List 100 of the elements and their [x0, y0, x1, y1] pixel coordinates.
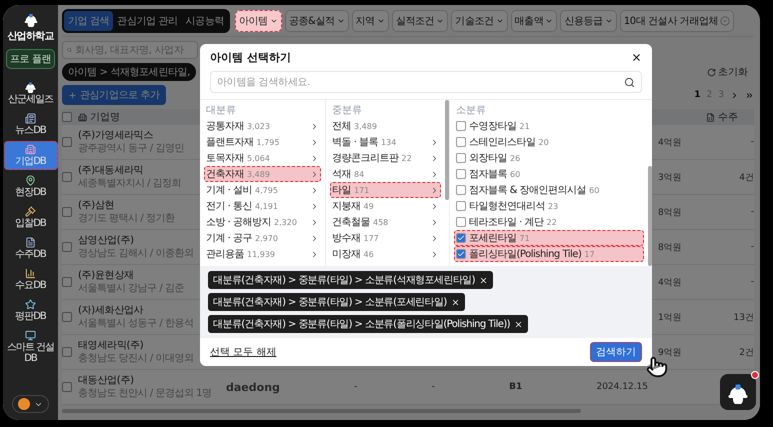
filter-dropdown[interactable]: 실적조건 — [392, 10, 448, 32]
category-item[interactable]: 토목자재 5,064 — [204, 150, 321, 166]
category-option[interactable]: 점자블록 & 장애인편의시설 60 — [454, 182, 644, 198]
clear-all-link[interactable]: 선택 모두 해제 — [210, 345, 276, 359]
checkbox[interactable] — [62, 242, 72, 252]
selection-chip[interactable]: 대분류(건축자재) > 중분류(타일) > 소분류(폴리싱타일(Polishing Tile)) — [208, 315, 528, 333]
chart-icon — [25, 268, 36, 279]
sidebar-item[interactable]: 수주DB — [4, 234, 58, 263]
category-item[interactable]: 타일 171 — [330, 182, 441, 198]
checkbox[interactable] — [456, 233, 466, 243]
scrollbar-thumb[interactable] — [445, 100, 449, 200]
category-count: 177 — [364, 234, 379, 242]
filter-chip[interactable]: 아이템 > 석재형포세린타일, — [62, 63, 196, 81]
checkbox[interactable] — [456, 153, 466, 163]
next-page-icon[interactable] — [730, 90, 739, 100]
category-option[interactable]: 점자블록 60 — [454, 166, 644, 182]
category-option[interactable]: 폴리싱타일(Polishing Tile) 17 — [454, 246, 644, 262]
category-item[interactable]: 벽돌 · 블록 134 — [330, 134, 441, 150]
close-icon[interactable] — [514, 320, 523, 328]
category-item[interactable]: 석재 84 — [330, 166, 441, 182]
sidebar-item[interactable]: 스마트 건설DB — [4, 327, 58, 367]
category-item[interactable]: 건축자재 3,489 — [204, 166, 321, 182]
table-cell-text: 1억원 — [658, 312, 683, 324]
account-menu[interactable] — [12, 395, 49, 413]
checkbox[interactable] — [62, 312, 72, 322]
checkbox[interactable] — [456, 121, 466, 131]
checkbox[interactable] — [456, 169, 466, 179]
category-name: 석재 — [332, 168, 351, 181]
reset-button[interactable]: 초기화 — [701, 64, 754, 80]
sidebar-item[interactable]: 입찰DB — [4, 203, 58, 232]
monitor-icon — [25, 330, 36, 341]
category-item[interactable]: 공통자재 3,023 — [204, 118, 321, 134]
filter-dropdown[interactable]: 10대 건설사 거래업체 — [620, 10, 734, 32]
category-count: 5,064 — [247, 154, 270, 162]
category-item[interactable]: 지붕재 49 — [330, 198, 441, 214]
sidebar-item[interactable]: 산군세일즈 — [4, 77, 58, 108]
filter-dropdown[interactable]: 아이템 — [234, 10, 282, 32]
category-name: 점자블록 — [469, 168, 507, 181]
category-item[interactable]: 전기 · 통신 4,191 — [204, 198, 321, 214]
checkbox[interactable] — [456, 217, 466, 227]
checkbox[interactable] — [62, 172, 72, 182]
item-search-box[interactable]: 아이템을 검색하세요. — [210, 71, 642, 93]
category-option[interactable]: 포세린타일 71 — [454, 230, 644, 246]
checkbox[interactable] — [456, 201, 466, 211]
category-option[interactable]: 타일형천연대리석 23 — [454, 198, 644, 214]
category-item[interactable]: 관리용품 11,939 — [204, 246, 321, 262]
close-icon[interactable] — [478, 276, 488, 284]
selection-chip[interactable]: 대분류(건축자재) > 중분류(타일) > 소분류(석재형포세린타일) — [208, 271, 493, 289]
category-item[interactable]: 건축철물 458 — [330, 214, 441, 230]
category-item[interactable]: 전체 3,489 — [330, 118, 441, 134]
filter-dropdown[interactable]: 매출액 — [510, 10, 558, 32]
checkbox[interactable] — [456, 137, 466, 147]
filter-dropdown[interactable]: 지역 — [352, 10, 389, 32]
helmet-icon — [24, 80, 37, 93]
close-icon[interactable] — [450, 298, 460, 306]
plan-button[interactable]: 프로 플랜 — [6, 49, 55, 69]
checkbox[interactable] — [456, 249, 466, 259]
tab[interactable]: 시공능력 — [182, 10, 228, 30]
category-count: 3,489 — [354, 122, 377, 130]
category-item[interactable]: 방수재 177 — [330, 230, 441, 246]
filter-dropdown[interactable]: 신용등급 — [560, 10, 617, 32]
category-item[interactable]: 소방 · 공해방지 2,320 — [204, 214, 321, 230]
category-item[interactable]: 플랜트자재 1,795 — [204, 134, 321, 150]
item-search-field[interactable]: 아이템을 검색하세요. — [217, 76, 624, 88]
close-button[interactable] — [631, 52, 642, 63]
sidebar-item[interactable]: 수요DB — [4, 265, 58, 294]
sidebar-item[interactable]: 평판DB — [4, 296, 58, 325]
category-option[interactable]: 외장타일 26 — [454, 150, 644, 166]
checkbox[interactable] — [62, 347, 72, 357]
table-cell-text: 8억원 — [658, 242, 683, 254]
checkbox[interactable] — [62, 207, 72, 217]
scrollbar-thumb[interactable] — [648, 166, 652, 266]
company-address: 서울특별시 성동구 / 한용석 — [78, 318, 194, 330]
category-name: 테라조타일 · 계단 — [469, 216, 544, 229]
checkbox[interactable] — [62, 382, 72, 392]
chatbot-button[interactable] — [720, 374, 756, 410]
table-cell: B1 — [509, 382, 522, 392]
category-item[interactable]: 기계 · 설비 4,795 — [204, 182, 321, 198]
checkbox[interactable] — [62, 112, 72, 122]
checkbox[interactable] — [456, 185, 466, 195]
category-item[interactable]: 기계 · 공구 2,970 — [204, 230, 321, 246]
filter-dropdown[interactable]: 공종&실적 — [284, 10, 349, 32]
category-option[interactable]: 테라조타일 · 계단 22 — [454, 214, 644, 230]
category-name: 포세린타일 — [469, 232, 516, 245]
category-item[interactable]: 경량콘크리트판 22 — [330, 150, 441, 166]
search-button[interactable]: 검색하기 — [590, 342, 642, 362]
checkbox[interactable] — [62, 277, 72, 287]
sidebar-item[interactable]: 현장DB — [4, 172, 58, 201]
category-item[interactable]: 미장재 46 — [330, 246, 441, 262]
selection-chip[interactable]: 대분류(건축자재) > 중분류(타일) > 소분류(포세린타일) — [208, 293, 465, 311]
tab[interactable]: 관심기업 관리 — [113, 10, 182, 30]
category-option[interactable]: 스테인리스타일 20 — [454, 134, 644, 150]
table-cell-text: 9억원 — [658, 346, 683, 358]
filter-dropdown[interactable]: 기술조건 — [451, 10, 508, 32]
checkbox[interactable] — [62, 137, 72, 147]
last-page-icon[interactable] — [745, 90, 754, 100]
sidebar-label: 뉴스DB — [15, 125, 46, 136]
sidebar-item[interactable]: 뉴스DB — [4, 110, 58, 139]
page-link[interactable]: 1 — [694, 90, 701, 100]
category-option[interactable]: 수영장타일 21 — [454, 118, 644, 134]
